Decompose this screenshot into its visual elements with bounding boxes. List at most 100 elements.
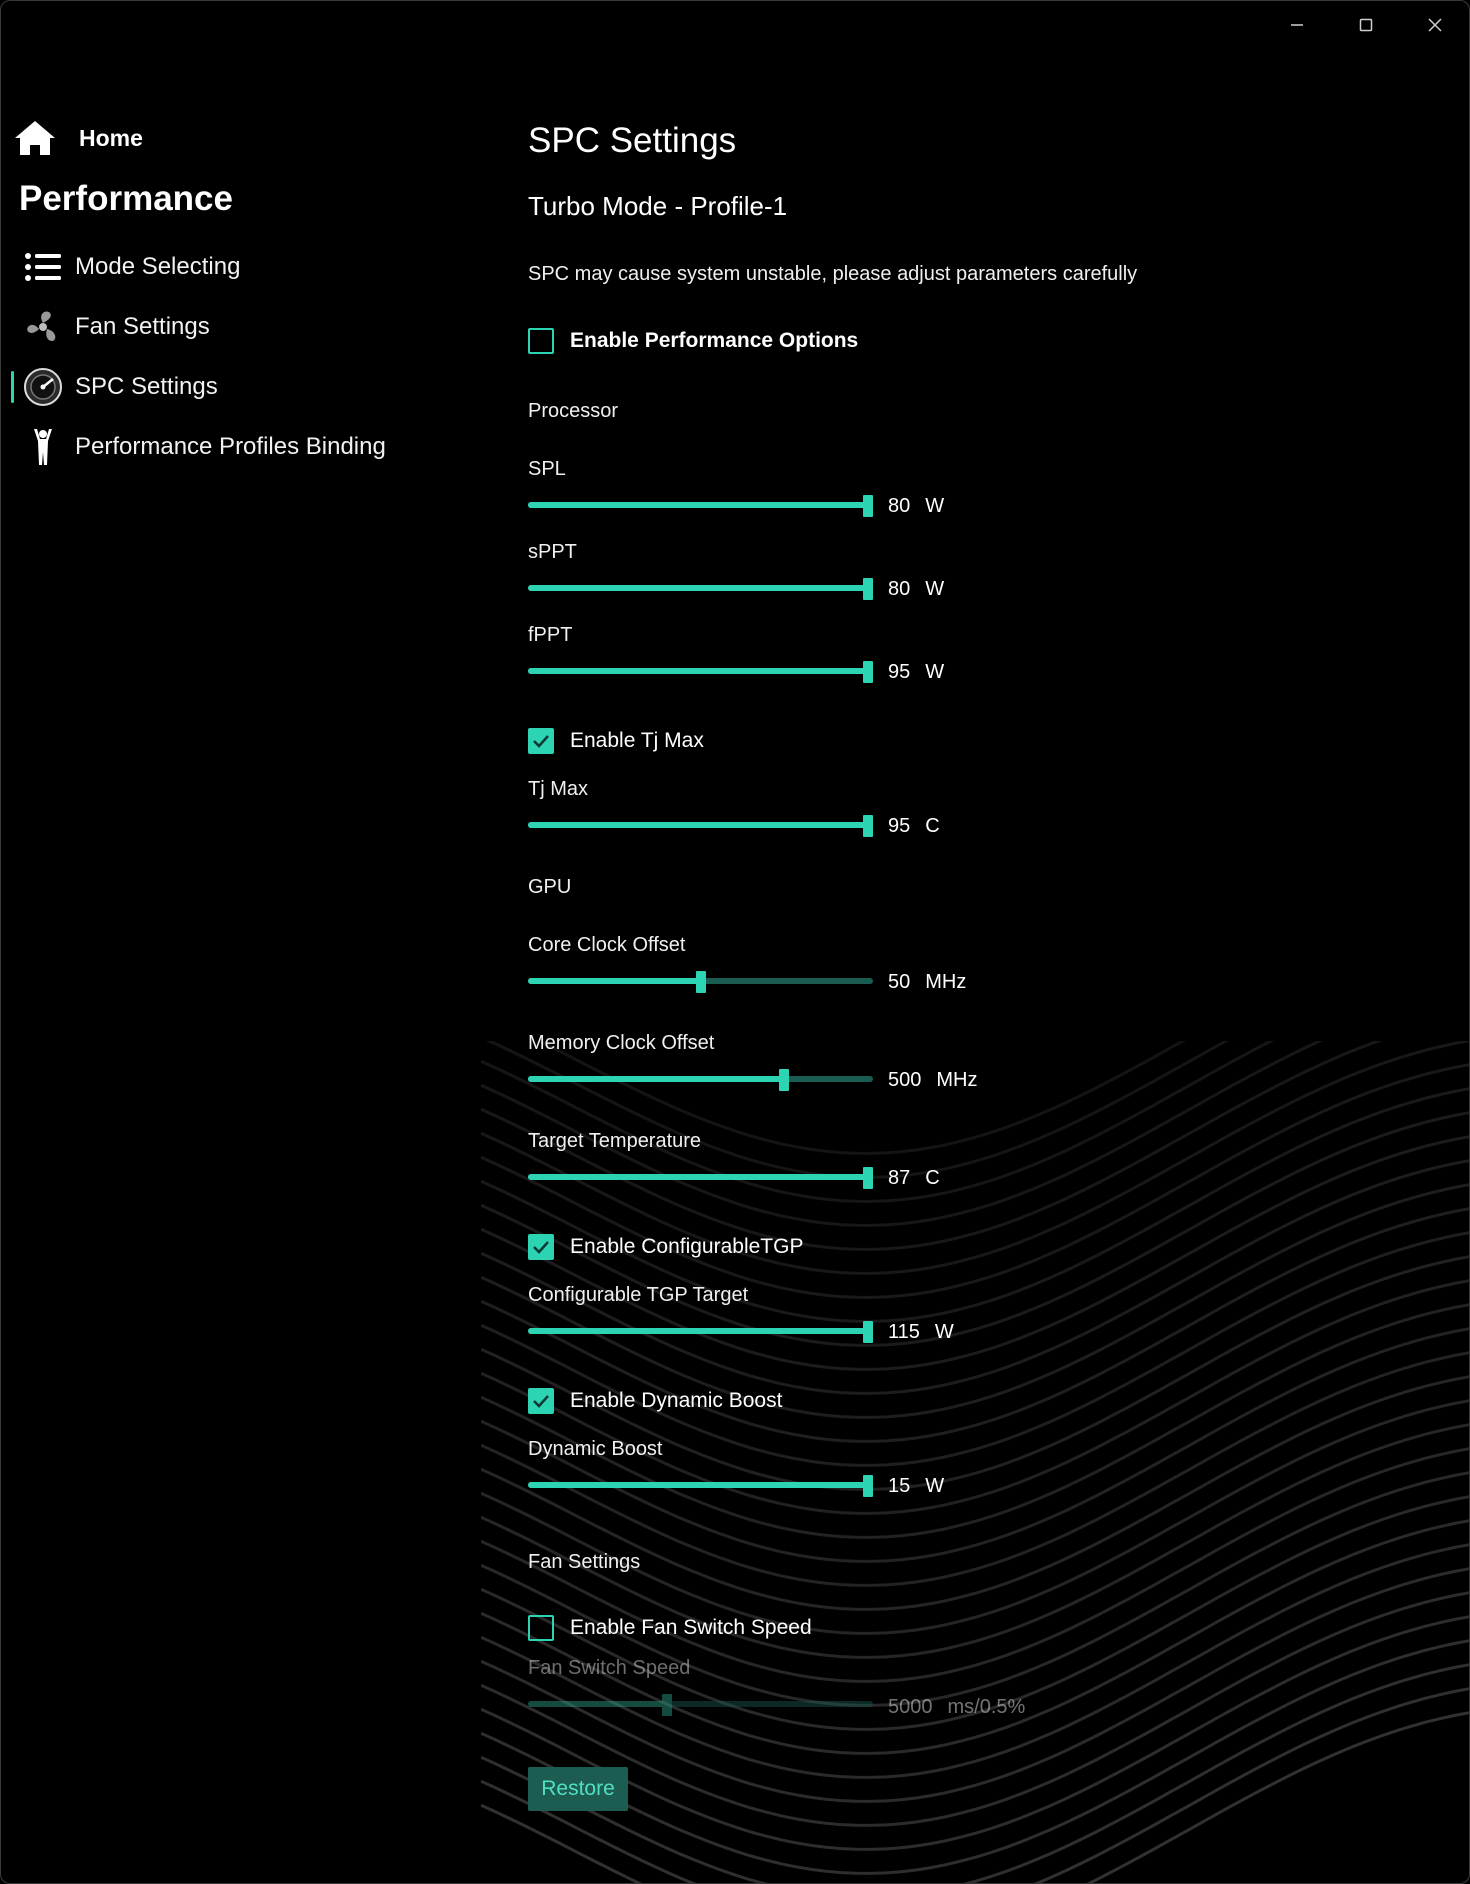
- fan-settings-heading: Fan Settings: [528, 1551, 641, 1573]
- value-unit: C: [925, 1167, 940, 1189]
- checkmark-icon: [533, 1241, 549, 1254]
- spl-label: SPL: [528, 458, 566, 480]
- configurable-tgp-target-label: Configurable TGP Target: [528, 1284, 749, 1306]
- list-icon: [23, 247, 63, 287]
- page-title: SPC Settings: [528, 121, 737, 160]
- sppt-slider[interactable]: [528, 578, 873, 600]
- value-unit: C: [925, 815, 940, 837]
- minimize-icon: [1290, 24, 1303, 26]
- enable-tj-max-row[interactable]: Enable Tj Max: [528, 728, 704, 754]
- slider-thumb[interactable]: [662, 1694, 672, 1716]
- fppt-label: fPPT: [528, 624, 573, 646]
- slider-thumb[interactable]: [863, 1167, 873, 1189]
- value-unit: W: [925, 578, 945, 600]
- value-number: 95: [888, 661, 911, 683]
- value-unit: MHz: [936, 1069, 978, 1091]
- value-unit: W: [925, 661, 945, 683]
- checkmark-icon: [533, 735, 549, 748]
- sidebar-item-mode-selecting[interactable]: Mode Selecting: [11, 242, 451, 292]
- sidebar-item-fan-settings[interactable]: Fan Settings: [11, 302, 451, 352]
- value-number: 80: [888, 578, 911, 600]
- sppt-label: sPPT: [528, 541, 577, 563]
- maximize-icon: [1359, 18, 1372, 32]
- fan-switch-speed-label: Fan Switch Speed: [528, 1657, 691, 1679]
- memory-clock-offset-value: 500 MHz: [888, 1069, 977, 1092]
- tj-max-slider[interactable]: [528, 815, 873, 837]
- window-controls: [1262, 1, 1469, 49]
- value-number: 15: [888, 1475, 911, 1497]
- value-number: 5000: [888, 1696, 933, 1718]
- fan-switch-speed-value: 5000 ms/0.5%: [888, 1696, 1025, 1719]
- enable-tj-max-checkbox[interactable]: [528, 728, 554, 754]
- slider-thumb[interactable]: [863, 578, 873, 600]
- tj-max-value: 95 C: [888, 815, 940, 838]
- slider-thumb[interactable]: [863, 815, 873, 837]
- slider-thumb[interactable]: [863, 661, 873, 683]
- enable-configurable-tgp-row[interactable]: Enable ConfigurableTGP: [528, 1234, 803, 1260]
- slider-thumb[interactable]: [863, 1475, 873, 1497]
- profile-subtitle: Turbo Mode - Profile-1: [528, 191, 788, 221]
- core-clock-offset-slider[interactable]: [528, 971, 873, 993]
- sidebar-item-label: Mode Selecting: [75, 253, 241, 280]
- app-window: Home Performance Mode Selecting Fan Sett…: [0, 0, 1470, 1884]
- warning-text: SPC may cause system unstable, please ad…: [528, 263, 1138, 285]
- value-number: 80: [888, 495, 911, 517]
- enable-performance-options-row[interactable]: Enable Performance Options: [528, 328, 858, 354]
- value-unit: MHz: [925, 971, 967, 993]
- memory-clock-offset-slider[interactable]: [528, 1069, 873, 1091]
- checkbox-label: Enable ConfigurableTGP: [570, 1235, 804, 1258]
- slider-thumb[interactable]: [863, 1321, 873, 1343]
- dynamic-boost-value: 15 W: [888, 1475, 944, 1498]
- close-button[interactable]: [1400, 1, 1469, 49]
- enable-performance-options-checkbox[interactable]: [528, 328, 554, 354]
- enable-dynamic-boost-checkbox[interactable]: [528, 1388, 554, 1414]
- target-temperature-slider[interactable]: [528, 1167, 873, 1189]
- configurable-tgp-target-slider[interactable]: [528, 1321, 873, 1343]
- target-temperature-label: Target Temperature: [528, 1130, 702, 1152]
- minimize-button[interactable]: [1262, 1, 1331, 49]
- enable-configurable-tgp-checkbox[interactable]: [528, 1234, 554, 1260]
- dynamic-boost-slider[interactable]: [528, 1475, 873, 1497]
- spl-value: 80 W: [888, 495, 944, 518]
- value-number: 500: [888, 1069, 922, 1091]
- configurable-tgp-target-value: 115 W: [888, 1321, 954, 1344]
- value-unit: ms/0.5%: [947, 1696, 1026, 1718]
- nav-home[interactable]: Home: [13, 118, 143, 158]
- checkmark-icon: [533, 1395, 549, 1408]
- target-temperature-value: 87 C: [888, 1167, 940, 1190]
- fan-switch-speed-slider[interactable]: [528, 1694, 873, 1716]
- slider-thumb[interactable]: [779, 1069, 789, 1091]
- restore-button[interactable]: Restore: [528, 1767, 628, 1811]
- sidebar-item-performance-profiles-binding[interactable]: Performance Profiles Binding: [11, 422, 451, 472]
- fan-icon: [23, 307, 63, 347]
- fppt-value: 95 W: [888, 661, 944, 684]
- enable-fan-switch-speed-row[interactable]: Enable Fan Switch Speed: [528, 1615, 812, 1641]
- spl-slider[interactable]: [528, 495, 873, 517]
- enable-dynamic-boost-row[interactable]: Enable Dynamic Boost: [528, 1388, 782, 1414]
- gpu-heading: GPU: [528, 876, 572, 898]
- selection-indicator: [11, 371, 14, 403]
- memory-clock-offset-label: Memory Clock Offset: [528, 1032, 715, 1054]
- tj-max-label: Tj Max: [528, 778, 588, 800]
- nav-section-title: Performance: [19, 179, 233, 218]
- dynamic-boost-label: Dynamic Boost: [528, 1438, 663, 1460]
- close-icon: [1427, 18, 1442, 32]
- slider-thumb[interactable]: [696, 971, 706, 993]
- slider-thumb[interactable]: [863, 495, 873, 517]
- value-unit: W: [934, 1321, 954, 1343]
- sppt-value: 80 W: [888, 578, 944, 601]
- core-clock-offset-label: Core Clock Offset: [528, 934, 686, 956]
- core-clock-offset-value: 50 MHz: [888, 971, 966, 994]
- checkbox-label: Enable Fan Switch Speed: [570, 1616, 812, 1639]
- enable-fan-switch-speed-checkbox[interactable]: [528, 1615, 554, 1641]
- person-icon: [23, 427, 63, 467]
- nav-home-label: Home: [79, 124, 143, 151]
- checkbox-label: Enable Dynamic Boost: [570, 1389, 783, 1412]
- gauge-icon: [23, 367, 63, 407]
- value-number: 50: [888, 971, 911, 993]
- checkbox-label: Enable Tj Max: [570, 729, 704, 752]
- fppt-slider[interactable]: [528, 661, 873, 683]
- sidebar-item-spc-settings[interactable]: SPC Settings: [11, 362, 451, 412]
- home-icon: [15, 121, 55, 155]
- maximize-button[interactable]: [1331, 1, 1400, 49]
